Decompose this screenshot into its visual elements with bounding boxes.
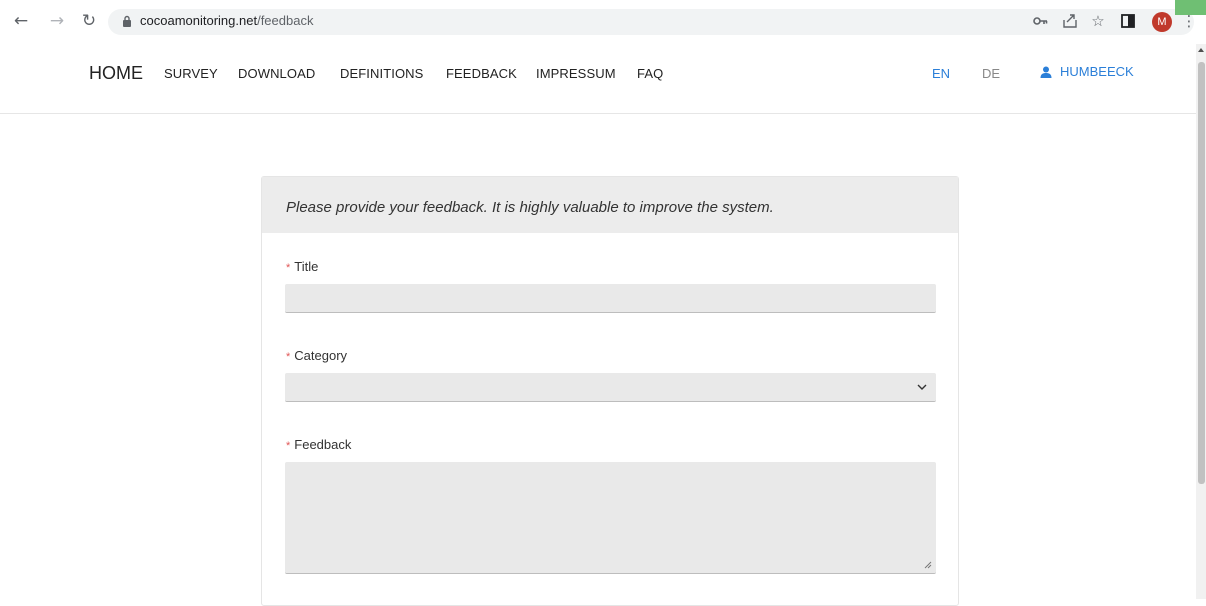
required-mark: * — [286, 440, 291, 452]
category-label: * Category — [286, 348, 348, 363]
reload-icon[interactable]: ↻ — [78, 10, 100, 32]
extension-badge — [1175, 0, 1206, 15]
site-navigation: HOME SURVEY DOWNLOAD DEFINITIONS FEEDBAC… — [0, 44, 1196, 114]
browser-toolbar: ← → ↻ cocoamonitoring.net/feedback ☆ M ⋮ — [0, 0, 1206, 44]
user-link[interactable]: HUMBEECK — [1040, 64, 1134, 79]
url-text[interactable]: cocoamonitoring.net/feedback — [140, 13, 313, 28]
key-icon[interactable] — [1031, 11, 1051, 31]
nav-item-feedback[interactable]: FEEDBACK — [446, 66, 517, 81]
user-icon — [1040, 66, 1052, 78]
lang-de[interactable]: DE — [982, 66, 1000, 81]
lang-en[interactable]: EN — [932, 66, 950, 81]
bookmark-star-icon[interactable]: ☆ — [1088, 11, 1108, 31]
nav-item-faq[interactable]: FAQ — [637, 66, 663, 81]
title-label: * Title — [286, 259, 319, 274]
nav-item-definitions[interactable]: DEFINITIONS — [340, 66, 423, 81]
user-name: HUMBEECK — [1060, 64, 1134, 79]
nav-item-survey[interactable]: SURVEY — [164, 66, 218, 81]
lock-icon — [123, 15, 131, 27]
nav-item-download[interactable]: DOWNLOAD — [238, 66, 315, 81]
profile-avatar[interactable]: M — [1152, 12, 1172, 32]
title-input[interactable] — [285, 284, 936, 313]
feedback-label: * Feedback — [286, 437, 352, 452]
nav-home[interactable]: HOME — [89, 63, 143, 84]
nav-item-impressum[interactable]: IMPRESSUM — [536, 66, 616, 81]
resize-handle-icon[interactable] — [924, 561, 932, 569]
feedback-textarea[interactable] — [285, 462, 936, 574]
scrollbar-thumb[interactable] — [1198, 62, 1205, 484]
form-header: Please provide your feedback. It is high… — [262, 177, 958, 233]
required-mark: * — [286, 262, 291, 274]
category-select[interactable] — [285, 373, 936, 402]
chevron-down-icon — [917, 384, 927, 390]
url-path: /feedback — [257, 13, 314, 28]
side-panel-icon[interactable] — [1118, 11, 1138, 31]
url-host: cocoamonitoring.net — [140, 13, 258, 28]
feedback-form-card: Please provide your feedback. It is high… — [261, 176, 959, 606]
share-icon[interactable] — [1060, 11, 1080, 31]
form-intro-text: Please provide your feedback. It is high… — [286, 199, 774, 216]
back-arrow-icon[interactable]: ← — [10, 10, 32, 32]
scroll-up-arrow-icon[interactable] — [1198, 48, 1204, 52]
required-mark: * — [286, 351, 291, 363]
forward-arrow-icon[interactable]: → — [46, 10, 68, 32]
